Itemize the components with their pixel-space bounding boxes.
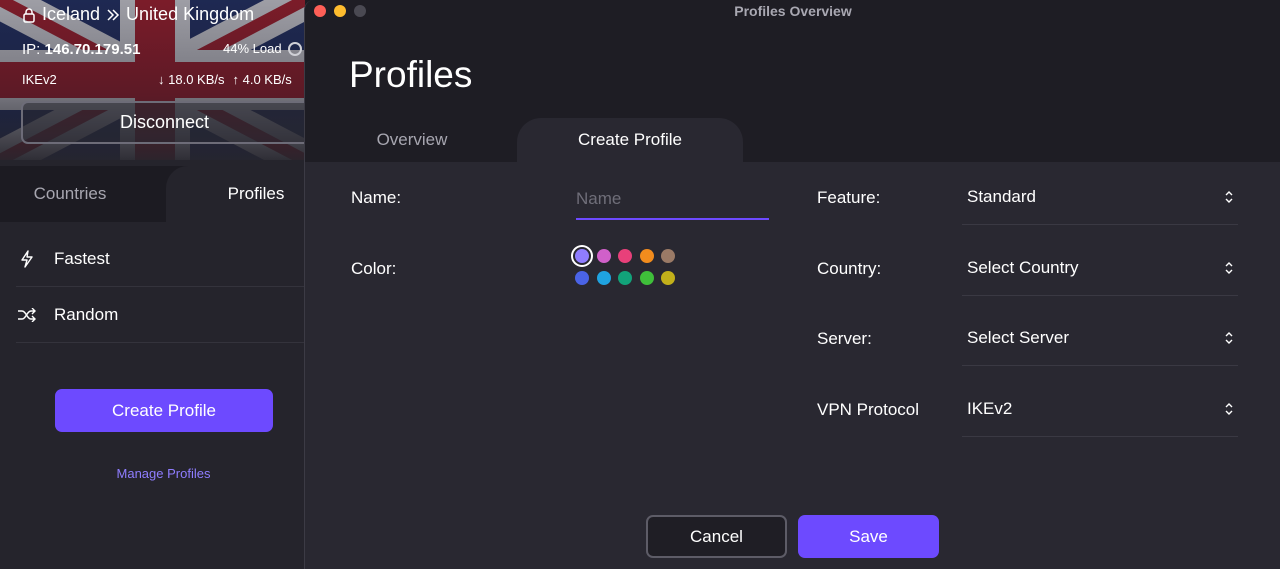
window-titlebar: Profiles Overview [305,0,1280,26]
tab-create-profile[interactable]: Create Profile [517,118,743,162]
name-input[interactable] [576,180,769,220]
to-country: United Kingdom [126,4,255,24]
vpn-protocol-label: VPN Protocol [817,400,920,419]
arrow-up-icon: ↑ [232,72,240,87]
color-swatch[interactable] [661,271,675,285]
server-load: 44% Load [223,41,302,56]
color-swatch[interactable] [618,271,632,285]
cancel-button[interactable]: Cancel [646,515,787,558]
profile-item-label: Random [54,304,119,324]
disconnect-button[interactable]: Disconnect [21,101,305,144]
server-label: Server: [817,329,872,348]
tab-profiles[interactable]: Profiles [166,166,305,222]
color-swatch[interactable] [618,249,632,263]
vpn-protocol-select[interactable]: IKEv2 [962,381,1238,437]
upload-speed: ↑ 4.0 KB/s [233,72,292,87]
tab-overview[interactable]: Overview [347,118,477,162]
ip-value: 146.70.179.51 [44,41,141,58]
color-label: Color: [351,259,397,278]
tab-countries[interactable]: Countries [0,166,140,222]
load-ring-icon [287,41,302,56]
upload-speed-text: 4.0 KB/s [242,72,292,87]
main-tabs: Countries Profiles [0,166,305,222]
arrow-down-icon: ↓ [158,72,165,87]
country-label: Country: [817,259,882,278]
color-swatch[interactable] [661,249,675,263]
connection-banner: Iceland United Kingdom IP: 146.70.179.51… [0,0,305,160]
speed-readout: ↓ 18.0 KB/s ↑ 4.0 KB/s [158,72,292,87]
download-speed-text: 18.0 KB/s [168,72,225,87]
profile-item-random[interactable]: Random [16,287,305,343]
download-speed: ↓ 18.0 KB/s [158,72,225,87]
chevron-up-down-icon [1225,402,1233,415]
color-swatch[interactable] [596,271,611,285]
create-profile-button[interactable]: Create Profile [55,389,273,432]
color-swatch[interactable] [596,249,611,263]
color-swatch[interactable] [575,271,589,285]
color-swatch[interactable] [639,271,654,285]
double-chevron-right-icon [107,8,120,21]
save-button[interactable]: Save [798,515,939,558]
feature-select-value: Standard [967,186,1036,206]
lock-icon [23,7,35,23]
connection-route: Iceland United Kingdom [22,4,254,25]
chevron-up-down-icon [1225,261,1233,274]
lightning-icon [16,248,38,270]
profile-item-label: Fastest [54,248,110,268]
main-window: Iceland United Kingdom IP: 146.70.179.51… [0,0,305,569]
chevron-up-down-icon [1225,190,1233,203]
server-load-text: 44% Load [223,41,282,56]
profiles-overview-window: Profiles Overview Profiles Overview Crea… [304,0,1280,569]
color-swatch[interactable] [575,249,589,263]
server-select[interactable]: Select Server [962,310,1238,366]
country-select[interactable]: Select Country [962,240,1238,296]
vpn-protocol-select-value: IKEv2 [967,398,1013,418]
ip-label: IP: [22,41,41,58]
dialog-header: Profiles Overview Create Profile [305,26,1280,162]
country-select-value: Select Country [967,257,1079,277]
manage-profiles-link[interactable]: Manage Profiles [0,466,305,481]
server-select-value: Select Server [967,327,1070,347]
color-swatch[interactable] [639,249,654,263]
chevron-up-down-icon [1225,331,1233,344]
feature-label: Feature: [817,188,881,207]
color-picker [575,249,687,285]
feature-select[interactable]: Standard [962,169,1238,225]
profile-item-fastest[interactable]: Fastest [16,231,305,287]
page-title: Profiles [349,54,473,95]
window-title: Profiles Overview [734,3,852,19]
ip-address: IP: 146.70.179.51 [22,41,140,58]
protocol-value: IKEv2 [22,72,57,87]
from-country: Iceland [42,4,101,24]
shuffle-icon [16,304,38,326]
name-label: Name: [351,188,402,207]
